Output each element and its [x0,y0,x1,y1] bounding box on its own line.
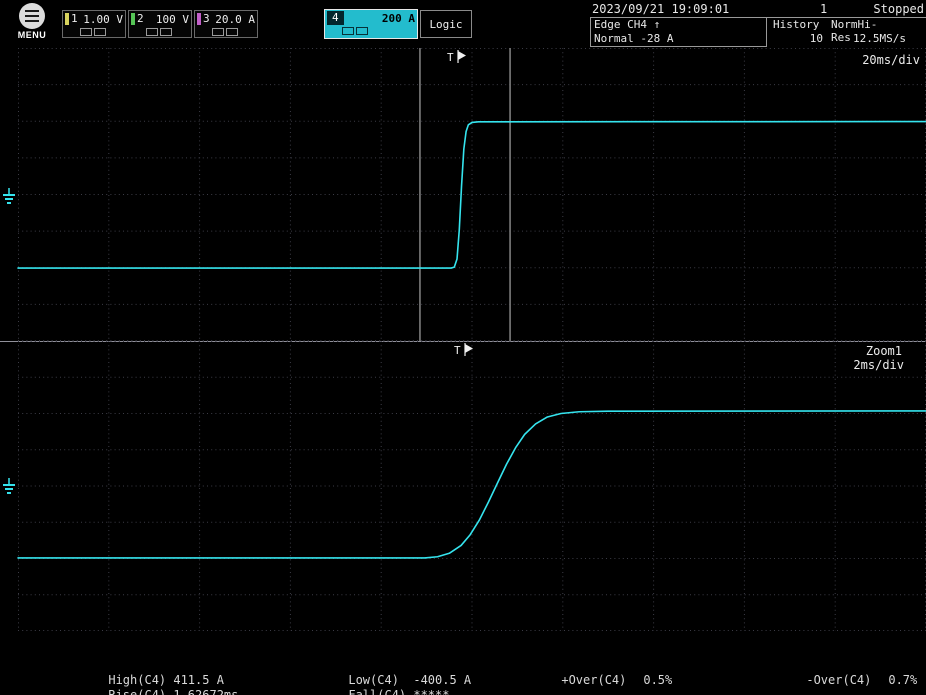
trigger-marker-letter: T [447,51,454,64]
channel-2-button[interactable]: 2 100 V [128,10,192,38]
channel-settings-bar: 1 1.00 V 2 100 V [62,10,472,39]
menu-label: MENU [13,30,51,40]
probe-icon [160,28,172,36]
channel-3-color-bar-icon [197,13,201,25]
menu-button[interactable]: MENU [13,3,51,40]
channel-2-scale: 100 V [156,13,189,26]
coupling-icon [146,28,158,36]
top-bar: MENU 1 1.00 V 2 100 V [0,0,926,48]
trigger-position-icon[interactable] [458,51,466,60]
oscilloscope-screen: MENU 1 1.00 V 2 100 V [0,0,926,695]
channel-3-scale: 20.0 A [215,13,255,26]
channel-1-color-bar-icon [65,13,69,25]
channel-4-scale: 200 A [382,12,415,25]
history-count: 10 [810,32,823,45]
channel-2-number: 2 [137,12,144,26]
channel-1-number: 1 [71,12,78,26]
measurement-label: Fall(C4) [348,688,413,695]
history-label: History [773,18,819,31]
sample-rate-label: 12.5MS/s [853,32,906,45]
channel-3-button[interactable]: 3 20.0 A [194,10,258,38]
main-timebase-label: 20ms/div [862,53,920,67]
channel-1-scale: 1.00 V [83,13,123,26]
measurement-value: 0.7% [888,673,917,687]
trigger-mode-level-label: Normal -28 A [594,32,673,45]
channel-4-button-selected[interactable]: 4 200 A [324,9,418,39]
channel-4-number: 4 [327,11,344,25]
coupling-icon [80,28,92,36]
measurement-label: -Over(C4) [806,673,888,687]
probe-icon [94,28,106,36]
channel-1-button[interactable]: 1 1.00 V [62,10,126,38]
history-box[interactable]: History 10 [767,17,831,47]
trigger-settings-box[interactable]: Edge CH4 ↑ Normal -28 A [590,17,767,47]
channel-2-color-bar-icon [131,13,135,25]
trigger-marker-letter: T [454,344,461,357]
measurement-value: 0.5% [643,673,672,687]
channel-3-number: 3 [203,12,210,26]
logic-button[interactable]: Logic [420,10,472,38]
coupling-icon [212,28,224,36]
hamburger-icon [19,3,45,29]
measurement-pos-overshoot: +Over(C4)0.5% [518,659,672,695]
measurement-neg-overshoot: -Over(C4)0.7% [763,659,917,695]
coupling-icon [342,27,354,35]
acquisition-count: 1 [820,2,827,16]
zoom-waveform-display: T [0,341,926,631]
measurement-bar: High(C4)411.5 A Rise(C4)1.62672ms Low(C4… [0,631,926,695]
probe-icon [356,27,368,35]
probe-icon [226,28,238,36]
zoom-timebase-label: 2ms/div [853,358,904,372]
measurement-label: Rise(C4) [108,688,173,695]
run-state-badge: Stopped [873,2,924,16]
acquisition-settings-box[interactable]: NormHi-Res 12.5MS/s [831,17,926,47]
main-waveform-display: T [0,48,926,341]
measurement-fall: Fall(C4)***** [305,674,449,695]
status-info-panel: 2023/09/21 19:09:01 1 Stopped Edge CH4 ↑… [590,0,926,48]
zoom-window-label: Zoom1 [866,344,902,358]
logic-label: Logic [429,18,462,31]
trigger-type-label: Edge CH4 ↑ [594,18,660,31]
measurement-value: ***** [413,688,449,695]
measurement-label: +Over(C4) [561,673,643,687]
measurement-value: 1.62672ms [173,688,238,695]
datetime-label: 2023/09/21 19:09:01 [592,2,729,16]
measurement-rise: Rise(C4)1.62672ms [65,674,238,695]
